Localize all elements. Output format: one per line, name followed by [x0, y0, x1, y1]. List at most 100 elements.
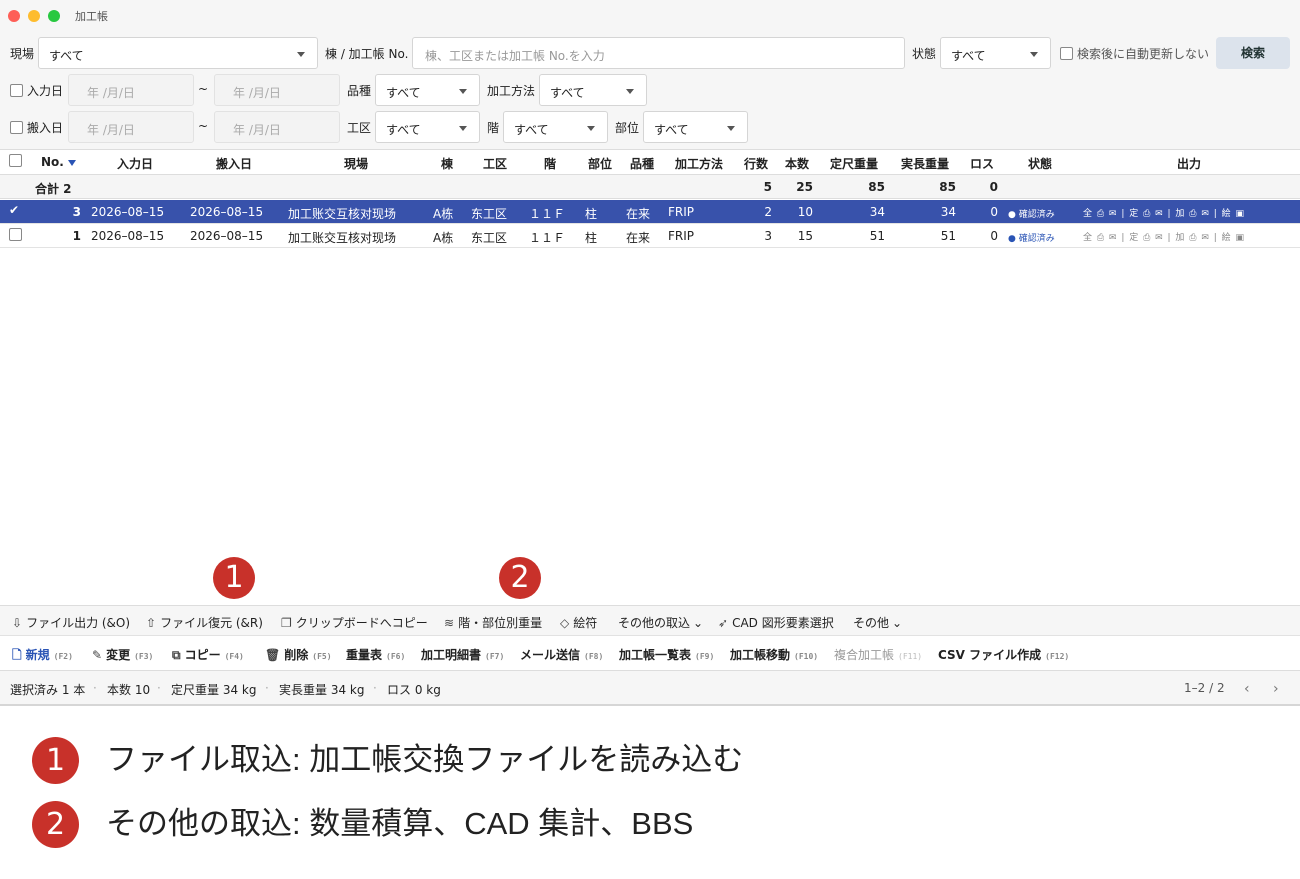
item-select-value: すべて: [386, 86, 421, 100]
cell-item: 在来: [626, 207, 651, 221]
row-checked-icon[interactable]: ✔: [9, 203, 19, 217]
col-count[interactable]: 本数: [785, 155, 809, 172]
col-state[interactable]: 状態: [1028, 155, 1052, 172]
cell-count: 10: [797, 205, 813, 219]
file-restore-label: ファイル復元 (&R): [160, 616, 263, 630]
legend-callout-1: 1: [32, 737, 79, 784]
cell-item: 在来: [626, 231, 651, 245]
status-std-weight: 定尺重量 34 kg: [171, 683, 257, 697]
output-actions[interactable]: 全 ⎙ ✉ | 定 ⎙ ✉ | 加 ⎙ ✉ | 絵 ▣: [1083, 230, 1245, 243]
csv-button[interactable]: CSV ファイル作成 (F12): [938, 646, 1069, 663]
minimize-window-button[interactable]: [28, 10, 40, 22]
compound-button[interactable]: 複合加工帳 (F11): [834, 646, 922, 663]
copy-button[interactable]: ⧉ コピー (F4): [172, 646, 244, 663]
cell-no: 1: [72, 229, 81, 243]
entry-date-checkbox[interactable]: [10, 84, 23, 97]
entry-date-to[interactable]: 年 /月/日: [214, 74, 340, 106]
col-part[interactable]: 部位: [588, 155, 612, 172]
delete-label: 削除: [284, 648, 309, 662]
output-actions[interactable]: 全 ⎙ ✉ | 定 ⎙ ✉ | 加 ⎙ ✉ | 絵 ▣: [1083, 206, 1245, 219]
col-no[interactable]: No.: [41, 155, 76, 169]
copy-shortcut: (F4): [224, 652, 244, 661]
part-select-value: すべて: [654, 123, 689, 137]
chevron-down-icon: [459, 126, 467, 131]
site-select-value: すべて: [49, 49, 84, 63]
method-label: 加工方法: [487, 84, 536, 98]
layers-icon: ≋: [444, 616, 455, 630]
cell-no: 3: [72, 205, 81, 219]
send-mail-button[interactable]: メール送信 (F8): [520, 646, 603, 663]
state-select[interactable]: すべて: [940, 37, 1051, 69]
status-bar: 選択済み 1 本 · 本数 10 · 定尺重量 34 kg · 実長重量 34 …: [0, 671, 1300, 704]
cell-floor: １１Ｆ: [529, 231, 566, 245]
col-loss[interactable]: ロス: [970, 155, 994, 172]
new-button[interactable]: 🗋 新規 (F2): [12, 646, 73, 667]
pointer-icon: ➶: [718, 616, 729, 630]
file-restore-button[interactable]: ⇧ ファイル復元 (&R): [146, 614, 263, 631]
auto-update-checkbox[interactable]: [1060, 47, 1073, 60]
cell-std-weight: 34: [869, 205, 885, 219]
col-entry[interactable]: 入力日: [117, 155, 153, 172]
table-row[interactable]: 1 2026–08–15 2026–08–15 加工账交互核对现场 A栋 东工区…: [0, 224, 1300, 248]
chevron-right-icon[interactable]: ›: [1273, 681, 1279, 697]
col-item[interactable]: 品種: [630, 155, 654, 172]
cell-delivery: 2026–08–15: [190, 205, 264, 219]
col-lines[interactable]: 行数: [744, 155, 768, 172]
cell-method: FRIP: [668, 229, 695, 243]
col-act-weight[interactable]: 実長重量: [901, 155, 949, 172]
col-site[interactable]: 現場: [344, 155, 368, 172]
status-separator: ·: [157, 681, 161, 695]
col-floor[interactable]: 階: [544, 155, 556, 172]
method-select[interactable]: すべて: [539, 74, 647, 106]
file-output-button[interactable]: ⇩ ファイル出力 (&O): [12, 614, 130, 631]
cell-site: 加工账交互核对现场: [288, 207, 397, 221]
site-select[interactable]: すべて: [38, 37, 318, 69]
delivery-date-from[interactable]: 年 /月/日: [68, 111, 194, 143]
label-tag-button[interactable]: ◇ 絵符: [560, 614, 597, 631]
status-separator: ·: [265, 681, 269, 695]
delivery-date-checkbox[interactable]: [10, 121, 23, 134]
send-mail-label: メール送信: [520, 648, 581, 662]
close-window-button[interactable]: [8, 10, 20, 22]
weight-table-button[interactable]: 重量表 (F6): [346, 646, 405, 663]
list-table-button[interactable]: 加工帳一覧表 (F9): [619, 646, 714, 663]
change-button[interactable]: ✎ 変更 (F3): [92, 646, 153, 663]
col-method[interactable]: 加工方法: [675, 155, 723, 172]
status-act-weight: 実長重量 34 kg: [279, 683, 365, 697]
delivery-date-to[interactable]: 年 /月/日: [214, 111, 340, 143]
col-output: 出力: [1177, 157, 1202, 171]
page-indicator: 1–2 / 2: [1184, 681, 1225, 695]
table-row[interactable]: ✔ 3 2026–08–15 2026–08–15 加工账交互核对现场 A栋 东…: [0, 200, 1300, 224]
chevron-down-icon: [297, 52, 305, 57]
col-std-weight[interactable]: 定尺重量: [830, 155, 878, 172]
col-zone[interactable]: 工区: [483, 155, 507, 172]
cad-select-button[interactable]: ➶ CAD 図形要素選択: [718, 614, 834, 631]
col-delivery[interactable]: 搬入日: [216, 155, 252, 172]
select-all-checkbox[interactable]: [9, 154, 22, 167]
cell-zone: 东工区: [471, 231, 508, 245]
building-label: 棟 / 加工帳 No.: [325, 47, 409, 61]
floor-weight-button[interactable]: ≋ 階・部位別重量: [444, 614, 542, 631]
cell-loss: 0: [990, 205, 998, 219]
part-select[interactable]: すべて: [643, 111, 748, 143]
row-checkbox[interactable]: [9, 228, 22, 241]
entry-date-from[interactable]: 年 /月/日: [68, 74, 194, 106]
legend-text-1: ファイル取込: 加工帳交換ファイルを読み込む: [106, 742, 744, 777]
cell-act-weight: 34: [940, 205, 956, 219]
clipboard-copy-button[interactable]: ❐ クリップボードへコピー: [281, 614, 428, 631]
search-button[interactable]: 検索: [1216, 37, 1290, 69]
delete-button[interactable]: 🗑 削除 (F5): [265, 646, 332, 663]
item-select[interactable]: すべて: [375, 74, 480, 106]
label-tag-label: 絵符: [573, 616, 598, 630]
other-import-dropdown[interactable]: その他の取込 ⌄: [618, 614, 703, 631]
auto-update-label: 検索後に自動更新しない: [1077, 47, 1210, 61]
detail-sheet-button[interactable]: 加工明細書 (F7): [421, 646, 504, 663]
building-search-input[interactable]: 棟、工区または加工帳 No.を入力: [412, 37, 905, 69]
floor-select[interactable]: すべて: [503, 111, 608, 143]
other-dropdown[interactable]: その他 ⌄: [853, 614, 902, 631]
zone-select[interactable]: すべて: [375, 111, 480, 143]
col-bldg[interactable]: 棟: [441, 155, 453, 172]
chevron-left-icon[interactable]: ‹: [1244, 681, 1250, 697]
move-button[interactable]: 加工帳移動 (F10): [730, 646, 818, 663]
maximize-window-button[interactable]: [48, 10, 60, 22]
